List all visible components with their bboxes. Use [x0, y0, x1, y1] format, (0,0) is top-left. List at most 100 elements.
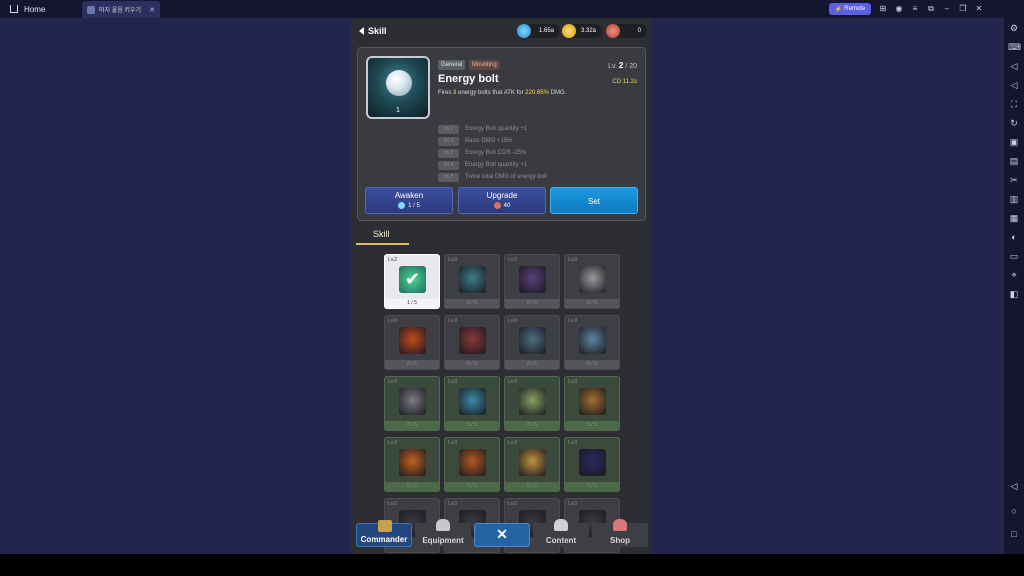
level-prefix: Lv.: [608, 63, 617, 70]
skill-slot[interactable]: Lv.0 0 / 5: [564, 315, 620, 370]
nav-shop[interactable]: Shop: [592, 519, 648, 547]
minimize-icon[interactable]: –: [942, 3, 952, 14]
menu-icon[interactable]: ≡: [910, 3, 920, 14]
skill-slot[interactable]: Lv.0 0 / 5: [564, 254, 620, 309]
skill-slot-icon: [399, 388, 426, 415]
location-icon[interactable]: ⌖: [1008, 269, 1020, 281]
skill-slot-icon: [459, 449, 486, 476]
skill-slot[interactable]: Lv.0 0 / 5: [384, 376, 440, 431]
equipment-icon: [436, 519, 450, 531]
skill-slot[interactable]: Lv.0 0 / 5: [444, 437, 500, 492]
perk-item: no.4 Energy Bolt quantity +1: [438, 159, 547, 171]
android-recents-icon[interactable]: □: [1008, 528, 1020, 540]
multi-instance-icon[interactable]: ▣: [1008, 136, 1020, 148]
gem-amount: 1.65a: [538, 28, 554, 34]
settings-icon[interactable]: ⚙: [1008, 22, 1020, 34]
skill-slot[interactable]: Lv.0 0 / 5: [504, 376, 560, 431]
gold-coin-icon: [562, 24, 576, 38]
level-max: / 20: [625, 63, 637, 70]
android-back-icon[interactable]: ◁: [1008, 480, 1020, 492]
sync-icon[interactable]: ◐: [1008, 231, 1020, 243]
skill-slot-level: Lv.0: [508, 379, 518, 385]
skill-slot[interactable]: Lv.0 0 / 5: [444, 254, 500, 309]
close-tab-icon[interactable]: ✕: [149, 6, 155, 14]
home-tab[interactable]: Home: [0, 0, 55, 18]
perk-item: no.5 Twice total DMG of energy bolt: [438, 171, 547, 183]
nav-equipment[interactable]: Equipment: [415, 519, 471, 547]
volume-up-icon[interactable]: ◁: [1008, 60, 1020, 72]
account-icon[interactable]: ◉: [894, 3, 904, 14]
close-icon: ✕: [496, 526, 508, 542]
volume-down-icon[interactable]: ◁: [1008, 79, 1020, 91]
upgrade-button[interactable]: Upgrade 40: [458, 187, 546, 214]
mounting-tag: Mounting: [469, 60, 500, 70]
nav-content[interactable]: Content: [533, 519, 589, 547]
skill-slot[interactable]: Lv.0 0 / 5: [504, 437, 560, 492]
screenshot-icon[interactable]: ⧉: [926, 3, 936, 14]
skill-tab-title[interactable]: Skill: [373, 229, 390, 239]
keyboard-icon[interactable]: ⌨: [1008, 41, 1021, 53]
nav-commander-label: Commander: [360, 535, 408, 544]
nav-commander[interactable]: Commander: [356, 520, 412, 547]
skill-icon-count: 1: [396, 107, 400, 114]
desc-part: DMG.: [548, 90, 567, 96]
skill-slot-progress: 0 / 5: [565, 421, 619, 430]
emulator-top-bar: Home 미지 울음 키우기 ✕ ⚡ Remote ⊞ ◉ ≡ ⧉ – ❐ ✕: [0, 0, 1024, 18]
home-icon: [10, 5, 18, 13]
back-button[interactable]: Skill: [359, 26, 387, 36]
back-arrow-icon: [359, 27, 364, 35]
game-tab[interactable]: 미지 울음 키우기 ✕: [82, 1, 160, 18]
skill-slot-icon: [399, 449, 426, 476]
skill-slot[interactable]: Lv.0 0 / 5: [564, 437, 620, 492]
perk-label: no.5: [438, 172, 459, 182]
gem-icon: [398, 202, 406, 209]
apk-icon[interactable]: ▦: [1008, 212, 1020, 224]
skill-slot[interactable]: Lv.0 0 / 5: [444, 315, 500, 370]
record-icon[interactable]: ▤: [1008, 155, 1020, 167]
perk-label: no.2: [438, 136, 459, 146]
skill-slot-icon: [579, 388, 606, 415]
skill-slot-progress: 0 / 5: [565, 299, 619, 308]
close-window-icon[interactable]: ✕: [974, 3, 984, 14]
awaken-button[interactable]: Awaken 1 / 5: [365, 187, 453, 214]
skill-slot-icon: [519, 388, 546, 415]
macro-icon[interactable]: ▥: [1008, 193, 1020, 205]
skill-slot-progress: 0 / 5: [445, 421, 499, 430]
android-home-icon[interactable]: ○: [1008, 505, 1020, 517]
awaken-label: Awaken: [394, 191, 424, 200]
skill-slot-progress: 0 / 5: [565, 482, 619, 491]
skill-slot[interactable]: Lv.0 0 / 5: [564, 376, 620, 431]
skill-slot-icon: [579, 266, 606, 293]
skill-slot-icon: [459, 388, 486, 415]
skill-slot[interactable]: Lv.0 0 / 5: [444, 376, 500, 431]
perk-item: no.3 Energy Bolt CDR -25%: [438, 147, 547, 159]
skill-slot[interactable]: Lv.0 0 / 5: [384, 315, 440, 370]
skill-slot[interactable]: Lv.0 0 / 5: [504, 254, 560, 309]
scissors-icon[interactable]: ✂: [1008, 174, 1020, 186]
rotate-icon[interactable]: ↻: [1008, 117, 1020, 129]
remote-button[interactable]: ⚡ Remote: [829, 3, 871, 15]
skill-slot-progress: 0 / 5: [505, 360, 559, 369]
nav-equipment-label: Equipment: [422, 536, 464, 545]
nav-close-button[interactable]: ✕: [474, 523, 530, 547]
skill-slot-level: Lv.0: [388, 501, 398, 507]
desc-part: energy bolts that ATK for: [456, 90, 526, 96]
skill-slot[interactable]: Lv.0 0 / 5: [384, 437, 440, 492]
page-title: Skill: [368, 26, 387, 36]
folder-icon[interactable]: ▭: [1008, 250, 1020, 262]
skill-slot[interactable]: Lv.0 0 / 5: [504, 315, 560, 370]
lock-icon: [554, 519, 568, 531]
skill-slot-level: Lv.0: [568, 318, 578, 324]
awaken-value: 1 / 5: [408, 202, 420, 209]
shake-icon[interactable]: ◧: [1008, 288, 1020, 300]
gamepad-icon[interactable]: ⊞: [878, 3, 888, 14]
fullscreen-icon[interactable]: ⛶: [1008, 98, 1020, 110]
set-button[interactable]: Set: [550, 187, 638, 214]
perk-text: Energy Bolt quantity +1: [465, 162, 528, 168]
perk-label: no.4: [438, 160, 459, 170]
skill-slot[interactable]: Lv.2 ✔ 1 / 5: [384, 254, 440, 309]
skill-slot-level: Lv.0: [568, 440, 578, 446]
emulator-window: Home 미지 울음 키우기 ✕ ⚡ Remote ⊞ ◉ ≡ ⧉ – ❐ ✕ …: [0, 0, 1024, 576]
restore-icon[interactable]: ❐: [958, 3, 968, 14]
emulator-sidebar: ⚙ ⌨ ◁ ◁ ⛶ ↻ ▣ ▤ ✂ ▥ ▦ ◐ ▭ ⌖ ◧ ◁ ○ □: [1004, 18, 1024, 554]
